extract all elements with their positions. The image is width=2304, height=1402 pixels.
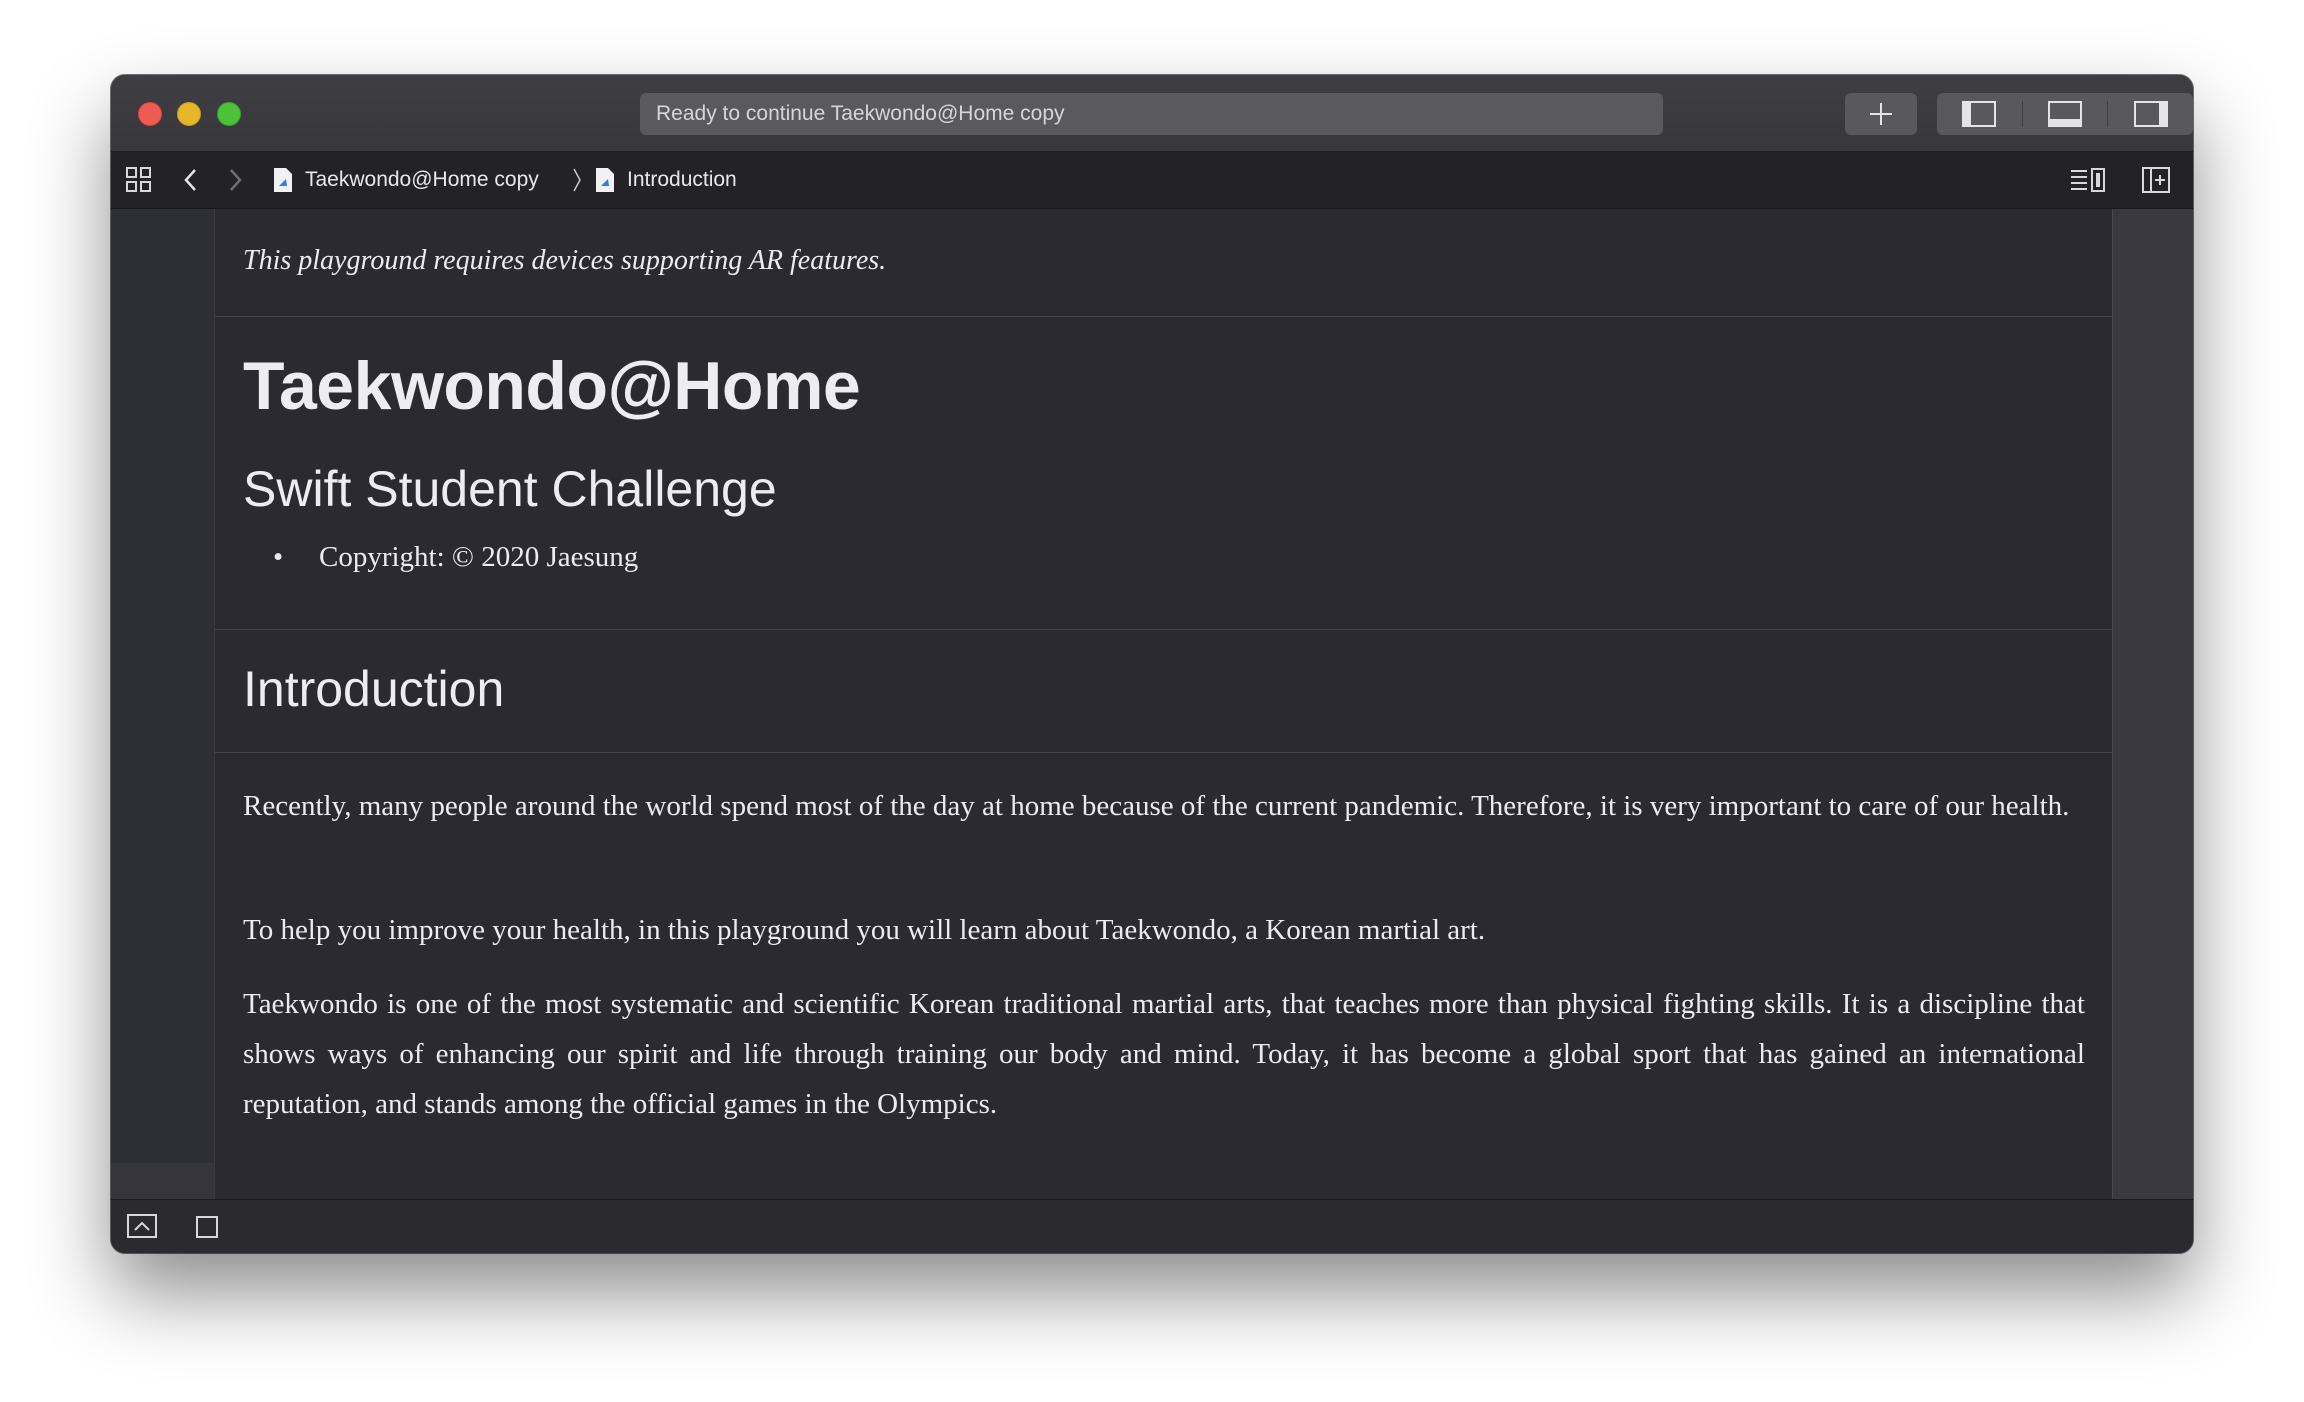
activity-status-field: Ready to continue Taekwondo@Home copy	[640, 93, 1663, 135]
jump-bar: Taekwondo@Home copy Introduction	[111, 152, 2193, 209]
chevron-right-icon	[230, 169, 242, 191]
editor-options-icon	[2071, 168, 2105, 192]
hide-debug-area-button[interactable]	[127, 1214, 157, 1245]
paragraph: Recently, many people around the world s…	[243, 790, 2070, 822]
page-subtitle: Swift Student Challenge	[243, 461, 777, 517]
minimize-window-button[interactable]	[177, 102, 201, 126]
forward-button[interactable]	[225, 152, 245, 208]
breadcrumb-separator-icon	[571, 152, 583, 208]
navigator-toggle-button[interactable]	[1937, 101, 2022, 127]
breadcrumb-label: Taekwondo@Home copy	[305, 168, 539, 191]
requirements-note-section: This playground requires devices support…	[215, 209, 2112, 317]
paragraph: Taekwondo is one of the most systematic …	[243, 988, 2085, 1120]
page-title: Taekwondo@Home	[243, 348, 861, 424]
editor-options-button[interactable]	[2069, 152, 2107, 208]
close-window-button[interactable]	[138, 102, 162, 126]
run-playground-button[interactable]	[195, 1215, 219, 1244]
breadcrumb-playground[interactable]: Taekwondo@Home copy	[273, 152, 539, 208]
debug-area-toggle-button[interactable]	[2021, 101, 2108, 127]
grid-icon	[126, 167, 151, 192]
add-library-button[interactable]	[1845, 93, 1917, 135]
inspector-toggle-icon	[2133, 101, 2168, 127]
playground-page-icon	[596, 168, 614, 192]
introduction-body: Recently, many people around the world s…	[215, 753, 2112, 1193]
editor-panels-segmented-control	[1937, 93, 2193, 135]
title-bar: Ready to continue Taekwondo@Home copy	[111, 75, 2193, 152]
add-editor-button[interactable]	[2141, 152, 2171, 208]
debug-area-toggle-icon	[2048, 101, 2082, 127]
related-items-button[interactable]	[125, 152, 153, 208]
section-heading: Introduction	[243, 661, 505, 717]
paragraph: To help you improve your health, in this…	[243, 914, 1486, 946]
requirements-note: This playground requires devices support…	[243, 245, 887, 276]
add-editor-icon	[2142, 167, 2170, 193]
plus-icon	[1870, 103, 1892, 125]
back-button[interactable]	[181, 152, 201, 208]
copyright-text: Copyright: © 2020 Jaesung	[319, 541, 639, 573]
title-section: Taekwondo@Home Swift Student Challenge •…	[215, 317, 2112, 630]
left-gutter	[111, 209, 214, 1163]
stop-square-icon	[196, 1216, 218, 1238]
zoom-window-button[interactable]	[217, 102, 241, 126]
navigator-toggle-icon	[1962, 101, 1997, 127]
playground-file-icon	[274, 168, 292, 192]
debug-area-icon	[127, 1214, 157, 1238]
bottom-bar	[111, 1199, 2193, 1253]
xcode-window: Ready to continue Taekwondo@Home copy Ta…	[111, 75, 2193, 1253]
chevron-left-icon	[184, 169, 196, 191]
introduction-heading-section: Introduction	[215, 630, 2112, 753]
rendered-markup-page[interactable]: This playground requires devices support…	[214, 209, 2113, 1199]
breadcrumb-page[interactable]: Introduction	[595, 152, 737, 208]
bullet-marker: •	[273, 541, 284, 573]
right-gutter	[2112, 209, 2193, 1199]
inspector-toggle-button[interactable]	[2107, 101, 2193, 127]
breadcrumb-label: Introduction	[627, 168, 737, 191]
